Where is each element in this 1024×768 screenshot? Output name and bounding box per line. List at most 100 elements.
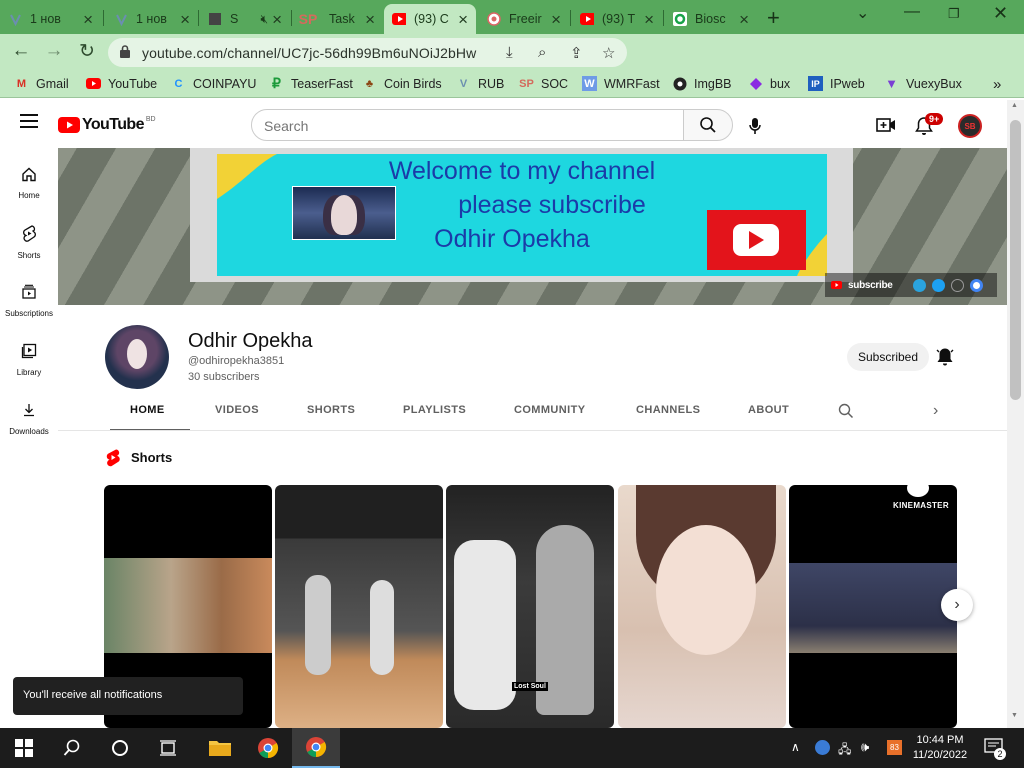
sidebar-item-library[interactable]: Library [0,343,58,377]
install-icon[interactable]: ⤓ [506,44,513,61]
bookmark-soc[interactable]: SP SOC [519,76,568,91]
task-view-button[interactable] [144,728,192,768]
bioscope-icon [673,12,687,26]
tab-channels[interactable]: CHANNELS [636,404,700,416]
bookmark-gmail[interactable]: M Gmail [14,76,69,91]
bookmark-bux[interactable]: bux [748,76,790,91]
subscriptions-icon [22,284,36,299]
chrome-taskbar-button-active[interactable] [292,728,340,768]
short-card-4[interactable] [618,485,786,728]
twitter-icon[interactable] [931,278,945,292]
channel-avatar[interactable] [105,325,169,389]
close-tab-icon[interactable]: × [272,11,282,28]
tab-playlists[interactable]: PLAYLISTS [403,404,466,416]
bookmark-wmrfast[interactable]: W WMRFast [582,76,660,91]
close-tab-icon[interactable]: × [551,11,561,28]
forward-button[interactable]: → [43,40,65,62]
sidebar-item-downloads[interactable]: Downloads [0,402,58,436]
sidebar-item-home[interactable]: Home [0,166,58,200]
browser-tab-7[interactable]: (93) T × [572,4,662,34]
bookmark-coinpayu[interactable]: C COINPAYU [171,76,257,91]
chrome-taskbar-button[interactable] [244,728,292,768]
close-tab-icon[interactable]: × [644,11,654,28]
banner-subscribe-link[interactable]: subscribe [848,280,893,291]
close-window-button[interactable]: ✕ [993,3,1008,24]
telegram-icon[interactable] [912,278,926,292]
google-icon[interactable] [969,278,983,292]
account-avatar[interactable]: SB [958,114,982,138]
reload-button[interactable]: ↻ [76,40,98,63]
show-hidden-icons-chevron-icon[interactable]: ∧ [791,740,800,754]
bookmark-rub[interactable]: V RUB [456,76,505,91]
new-tab-button[interactable]: + [767,5,780,31]
subscribed-button[interactable]: Subscribed [847,343,929,371]
search-input[interactable] [264,118,664,134]
bell-all-notifications-icon[interactable] [936,347,954,372]
search-button[interactable] [48,728,96,768]
guide-menu-icon[interactable] [20,114,38,128]
zoom-icon[interactable]: ⌕ [538,44,546,61]
scroll-down-arrow-icon[interactable]: ▼ [1011,712,1018,719]
channel-search-icon[interactable] [838,403,854,424]
sidebar-item-shorts[interactable]: Shorts [0,224,58,260]
clock[interactable]: 10:44 PM 11/20/2022 [905,733,975,763]
shorts-next-button[interactable]: › [941,589,973,621]
bookmark-coin-birds[interactable]: ♣ Coin Birds [362,76,442,91]
browser-tab-6[interactable]: Freeir × [479,4,569,34]
browser-tab-8[interactable]: Biosc × [665,4,757,34]
short-card-3[interactable]: Lost Soul [446,485,614,728]
close-tab-icon[interactable]: × [180,11,190,28]
close-tab-icon[interactable]: × [365,11,375,28]
bookmark-youtube[interactable]: YouTube [86,76,157,91]
youtube-logo[interactable]: YouTube BD [58,116,156,134]
bookmark-vuexybux[interactable]: ▼ VuexyBux [884,76,962,91]
tab-home[interactable]: HOME [130,404,165,416]
start-button[interactable] [0,728,48,768]
tab-videos[interactable]: VIDEOS [215,404,259,416]
browser-tab-1[interactable]: 1 нов × [0,4,101,34]
volume-icon[interactable]: 🕪︎ [861,739,869,755]
cortana-button[interactable] [96,728,144,768]
tabs-next-chevron-icon[interactable]: › [933,402,938,420]
search-button[interactable] [683,109,733,141]
close-tab-icon[interactable]: × [458,11,468,28]
create-video-icon[interactable] [876,117,896,138]
browser-tab-2[interactable]: 1 нов × [106,4,198,34]
short-card-5[interactable]: KINEMASTER [789,485,957,728]
minimize-button[interactable]: — [904,3,920,21]
bookmark-ipweb[interactable]: IP IPweb [808,76,865,91]
close-tab-icon[interactable]: × [83,11,93,28]
more-bookmarks-icon[interactable]: » [993,76,1001,93]
website-icon[interactable] [950,278,964,292]
tab-strip: 1 нов × 1 нов × S 🔇︎ × SP Task × (93) C … [0,0,1024,34]
folder-icon [209,741,231,756]
tray-app-icon[interactable] [815,740,830,755]
tab-community[interactable]: COMMUNITY [514,404,585,416]
back-button[interactable]: ← [10,40,32,62]
language-indicator[interactable]: 83 [887,740,902,755]
close-tab-icon[interactable]: × [739,11,749,28]
browser-tab-5-active[interactable]: (93) C × [384,4,476,34]
tab-search-icon[interactable]: ⌄ [856,3,869,23]
tab-about[interactable]: ABOUT [748,404,789,416]
muted-speaker-icon[interactable]: 🔇︎ [261,12,269,27]
browser-tab-4[interactable]: SP Task × [293,4,383,34]
voice-search-icon[interactable] [748,117,762,140]
bookmark-imgbb[interactable]: ImgBB [672,76,732,91]
share-icon[interactable]: ⇪ [570,44,583,62]
file-explorer-button[interactable] [196,728,244,768]
network-icon[interactable]: 🖧︎ [838,740,851,761]
address-bar[interactable]: youtube.com/channel/UC7jc-56dh99Bm6uNOiJ… [108,38,627,67]
page-scrollbar[interactable]: ▲ ▼ [1007,100,1024,728]
short-card-2[interactable] [275,485,443,728]
browser-tab-3[interactable]: S 🔇︎ × [200,4,290,34]
scrollbar-thumb[interactable] [1010,120,1021,400]
scroll-up-arrow-icon[interactable]: ▲ [1011,102,1018,109]
short-overlay-text: KINEMASTER [893,501,949,510]
bookmark-teaserfast[interactable]: ₽ TeaserFast [269,75,353,91]
sidebar-item-subscriptions[interactable]: Subscriptions [0,284,58,318]
tab-shorts[interactable]: SHORTS [307,404,355,416]
restore-button[interactable]: ❐ [948,6,960,22]
bookmark-star-icon[interactable]: ☆ [602,44,615,62]
search-box[interactable] [251,109,684,141]
